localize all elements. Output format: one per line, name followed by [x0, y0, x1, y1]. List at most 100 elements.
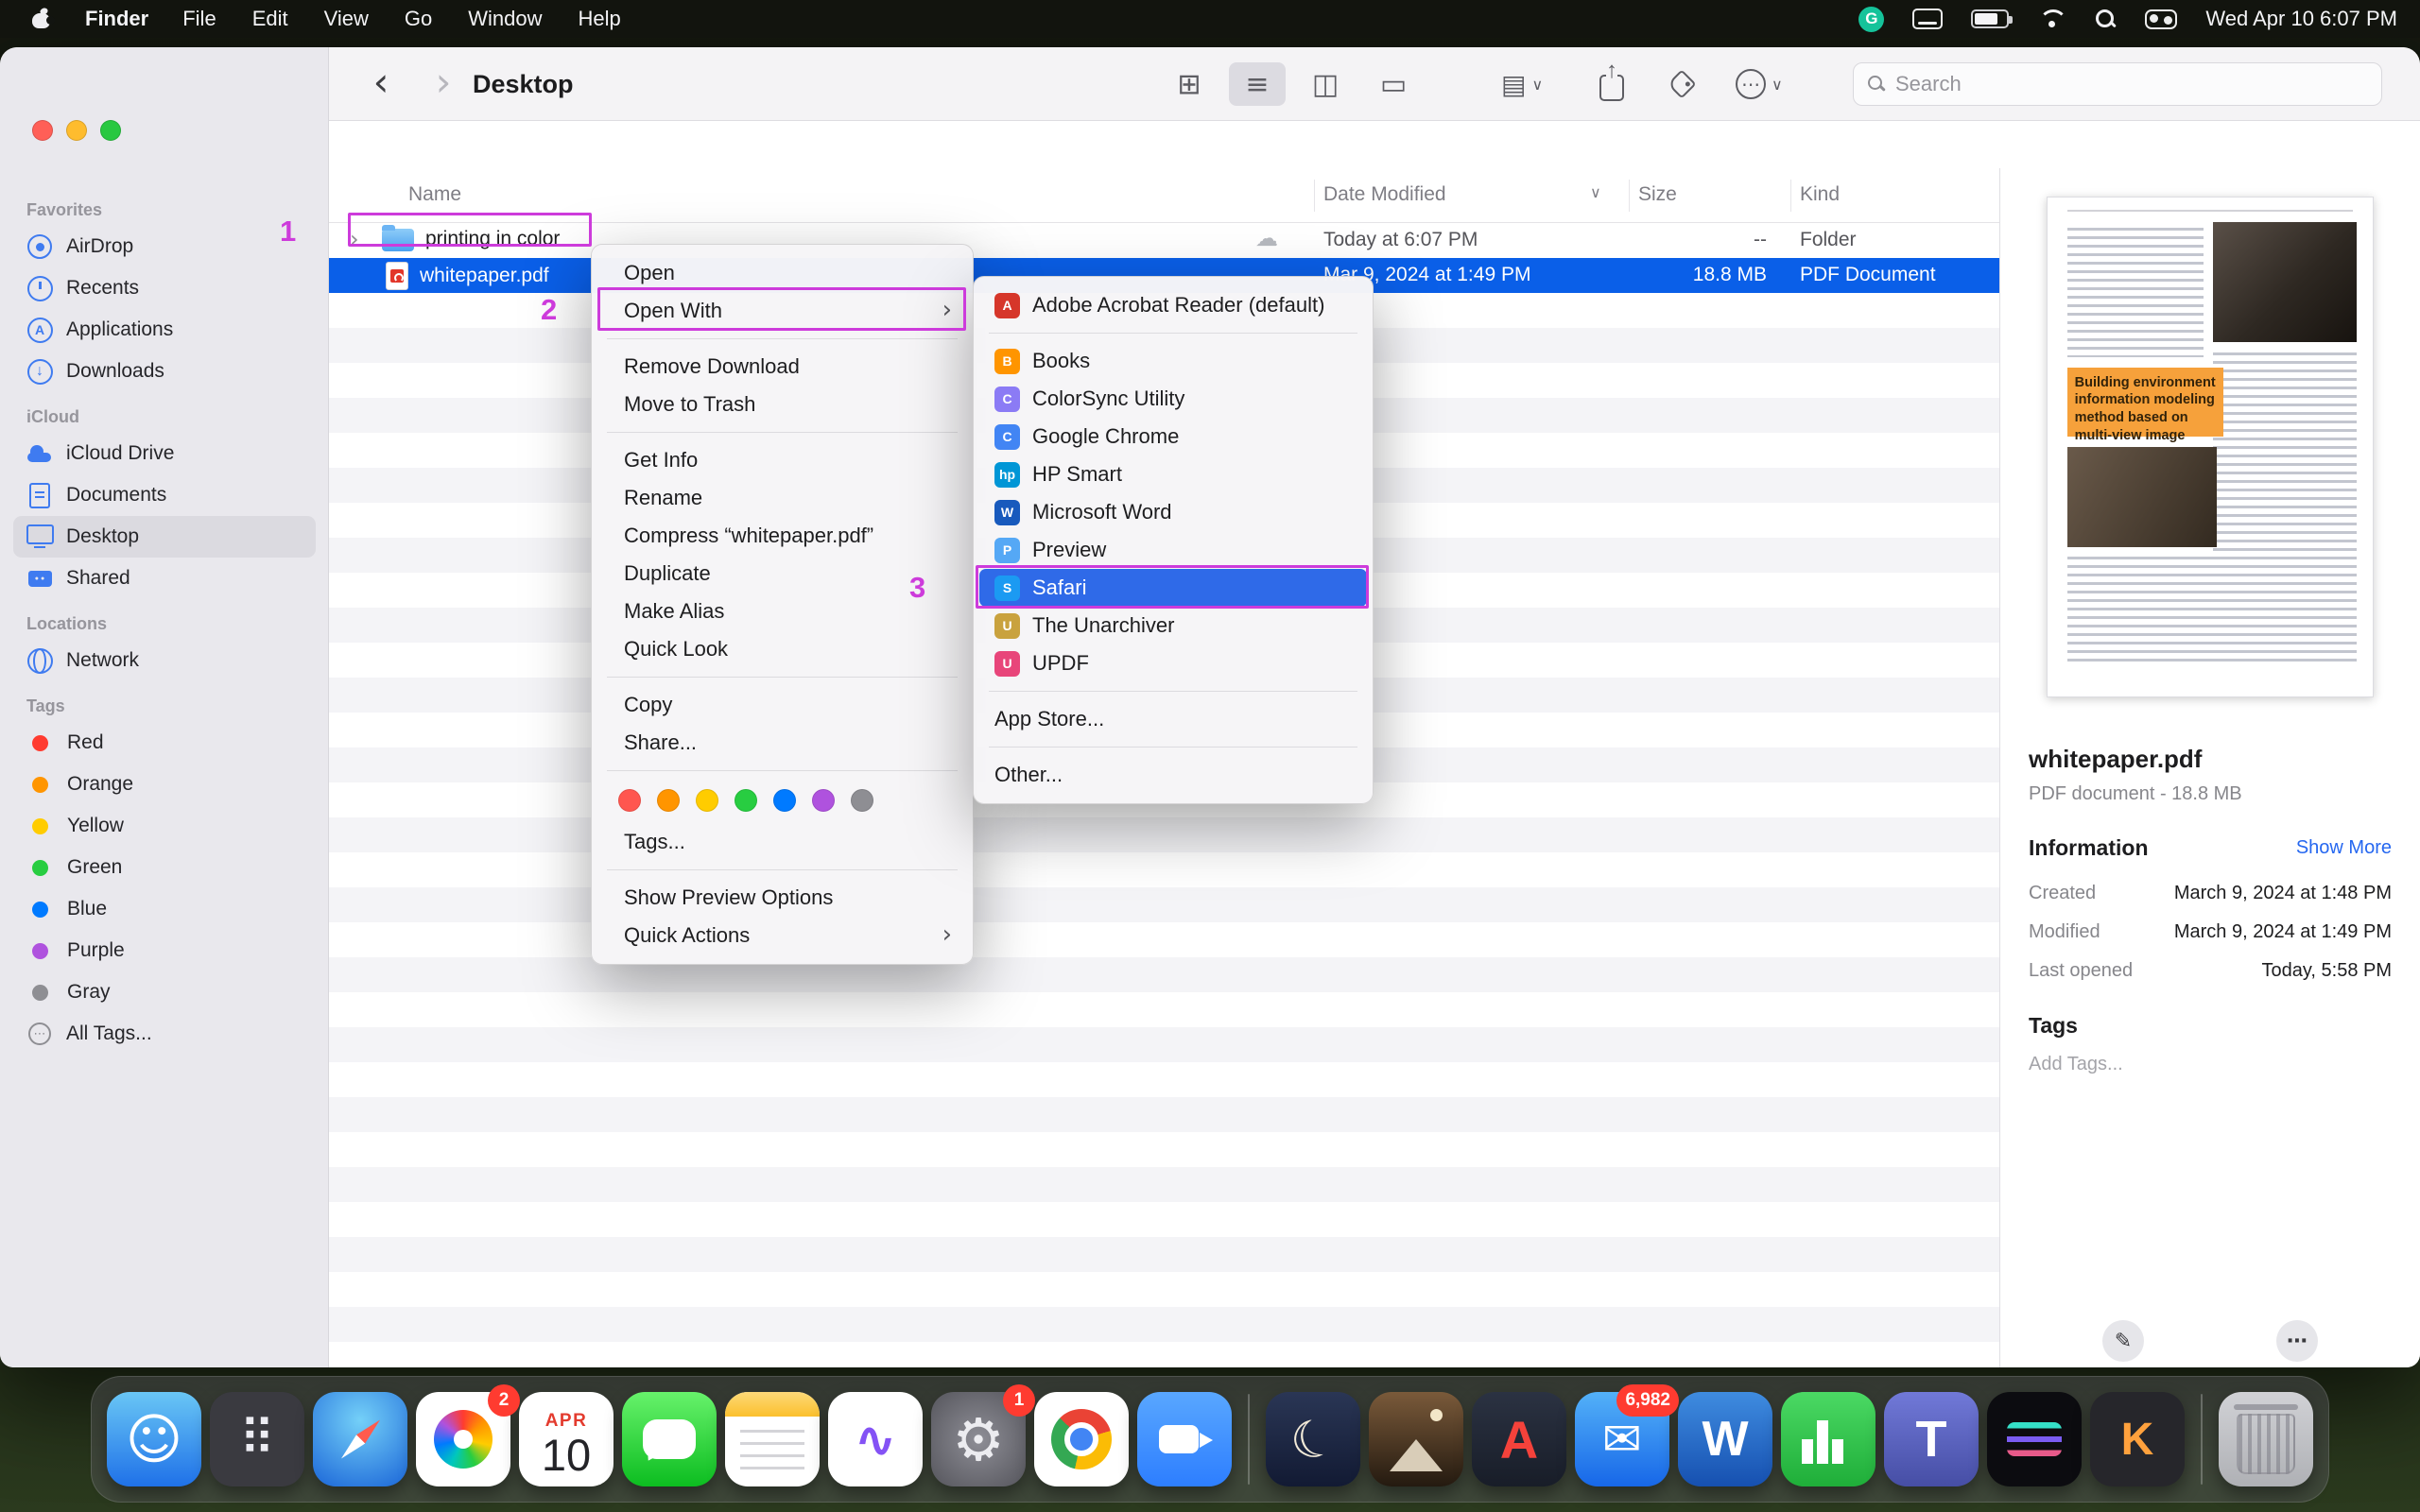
zoom-button[interactable] [100, 120, 121, 141]
sidebar-item[interactable]: Downloads [13, 351, 316, 392]
sidebar-item[interactable]: Applications [13, 309, 316, 351]
app-menu-finder[interactable]: Finder [85, 7, 148, 31]
column-header-date-modified[interactable]: Date Modified [1323, 183, 1446, 206]
safari-dock-icon[interactable] [313, 1392, 407, 1486]
sidebar-item[interactable]: Shared [13, 558, 316, 599]
column-header-kind[interactable]: Kind [1800, 183, 1840, 206]
green-tag-dot[interactable] [735, 789, 757, 812]
sidebar-item[interactable]: Gray [13, 971, 316, 1013]
image-viewer-dock-icon[interactable] [1369, 1392, 1463, 1486]
wifi-icon[interactable] [2037, 8, 2068, 30]
finder-dock-icon[interactable] [107, 1392, 201, 1486]
blue-tag-dot[interactable] [773, 789, 796, 812]
tags-button[interactable] [1667, 62, 1697, 106]
context-menu-item[interactable]: Open [597, 254, 967, 292]
minimize-button[interactable] [66, 120, 87, 141]
submenu-item[interactable]: A Adobe Acrobat Reader (default) [979, 286, 1367, 324]
submenu-item[interactable]: hp HP Smart [979, 455, 1367, 493]
column-header-name[interactable]: Name [408, 183, 461, 206]
grammarly-icon[interactable]: G [1858, 6, 1885, 32]
sidebar-item[interactable]: iCloud Drive [13, 433, 316, 474]
messages-dock-icon[interactable] [622, 1392, 717, 1486]
submenu-item[interactable]: U UPDF [979, 644, 1367, 682]
context-menu-item[interactable]: Quick Actions [597, 917, 967, 954]
toolbar-search-field[interactable] [1853, 62, 2382, 106]
sidebar-item[interactable]: Purple [13, 930, 316, 971]
wave-app-dock-icon[interactable] [1987, 1392, 2082, 1486]
submenu-item[interactable]: P Preview [979, 531, 1367, 569]
context-menu-item[interactable]: Compress “whitepaper.pdf” [597, 517, 967, 555]
sidebar-item[interactable]: Recents [13, 267, 316, 309]
apple-menu-icon[interactable] [32, 8, 55, 30]
sidebar-item[interactable]: Orange [13, 764, 316, 805]
launchpad-dock-icon[interactable] [210, 1392, 304, 1486]
battery-icon[interactable] [1971, 9, 2014, 28]
sidebar-item[interactable]: Desktop [13, 516, 316, 558]
system-settings-dock-icon[interactable]: 1 [931, 1384, 1035, 1486]
numbers-dock-icon[interactable] [1781, 1392, 1876, 1486]
gray-tag-dot[interactable] [851, 789, 873, 812]
purple-tag-dot[interactable] [812, 789, 835, 812]
trash-dock-icon[interactable] [2219, 1392, 2313, 1486]
submenu-item[interactable]: B Books [979, 342, 1367, 380]
list-view-icon[interactable]: ≡ [1229, 62, 1286, 106]
menu-bar-item[interactable]: File [182, 7, 216, 31]
context-menu-item[interactable]: Show Preview Options [597, 879, 967, 917]
yellow-tag-dot[interactable] [696, 789, 718, 812]
add-tags-field[interactable]: Add Tags... [2029, 1054, 2392, 1075]
sidebar-item[interactable]: Blue [13, 888, 316, 930]
red-tag-dot[interactable] [618, 789, 641, 812]
context-menu-item[interactable]: Move to Trash [597, 386, 967, 423]
more-actions-button[interactable]: ⋯ ∨ [1736, 62, 1783, 106]
submenu-item[interactable]: W Microsoft Word [979, 493, 1367, 531]
column-view-icon[interactable]: ◫ [1297, 62, 1354, 106]
context-menu-item[interactable]: Share... [597, 724, 967, 762]
sidebar-item[interactable]: AirDrop [13, 226, 316, 267]
chrome-dock-icon[interactable] [1034, 1392, 1129, 1486]
show-more-link[interactable]: Show More [2296, 837, 2392, 859]
spotlight-search-icon[interactable] [2094, 8, 2117, 30]
zoom-dock-icon[interactable] [1137, 1392, 1232, 1486]
keyboard-icon[interactable] [1912, 9, 1944, 29]
search-input[interactable] [1895, 72, 2368, 96]
preview-action-button[interactable]: More... [2236, 1320, 2359, 1367]
context-menu-item[interactable]: Rename [597, 479, 967, 517]
menu-bar-item[interactable]: Window [468, 7, 542, 31]
gallery-view-icon[interactable]: ▭ [1365, 62, 1422, 106]
submenu-item[interactable]: C ColorSync Utility [979, 380, 1367, 418]
menu-bar-item[interactable]: View [324, 7, 369, 31]
sidebar-item[interactable]: Red [13, 722, 316, 764]
context-menu-item-tags[interactable]: Tags... [597, 823, 967, 861]
context-menu-item[interactable]: Remove Download [597, 348, 967, 386]
column-divider[interactable] [1314, 180, 1315, 212]
column-divider[interactable] [1790, 180, 1791, 212]
preview-action-button[interactable]: Markup [2062, 1320, 2185, 1367]
close-button[interactable] [32, 120, 53, 141]
freeform-dock-icon[interactable] [828, 1392, 923, 1486]
calendar-dock-icon[interactable]: APR 10 [519, 1392, 614, 1486]
column-divider[interactable] [1629, 180, 1630, 212]
context-menu-item[interactable]: Quick Look [597, 630, 967, 668]
word-dock-icon[interactable] [1678, 1392, 1772, 1486]
menu-bar-item[interactable]: Go [405, 7, 432, 31]
forward-button[interactable]: › [420, 59, 467, 106]
mail-dock-icon[interactable]: 6,982 [1575, 1384, 1679, 1486]
sidebar-item[interactable]: Network [13, 640, 316, 681]
dock-separator[interactable] [2201, 1394, 2203, 1485]
control-center-icon[interactable] [2145, 9, 2178, 29]
context-menu-item[interactable]: Get Info [597, 441, 967, 479]
submenu-item[interactable]: Other... [979, 756, 1367, 794]
sidebar-item[interactable]: Green [13, 847, 316, 888]
file-name-cell[interactable]: whitepaper.pdf [378, 260, 559, 292]
context-menu-item[interactable]: Copy [597, 686, 967, 724]
orange-tag-dot[interactable] [657, 789, 680, 812]
submenu-item[interactable]: U The Unarchiver [979, 607, 1367, 644]
sidebar-item[interactable]: All Tags... [13, 1013, 316, 1055]
sidebar-item[interactable]: Yellow [13, 805, 316, 847]
key-app-dock-icon[interactable] [2090, 1392, 2185, 1486]
teams-dock-icon[interactable] [1884, 1392, 1979, 1486]
notes-dock-icon[interactable] [725, 1392, 820, 1486]
dock-separator[interactable] [1248, 1394, 1250, 1485]
submenu-item[interactable]: C Google Chrome [979, 418, 1367, 455]
submenu-item[interactable]: App Store... [979, 700, 1367, 738]
